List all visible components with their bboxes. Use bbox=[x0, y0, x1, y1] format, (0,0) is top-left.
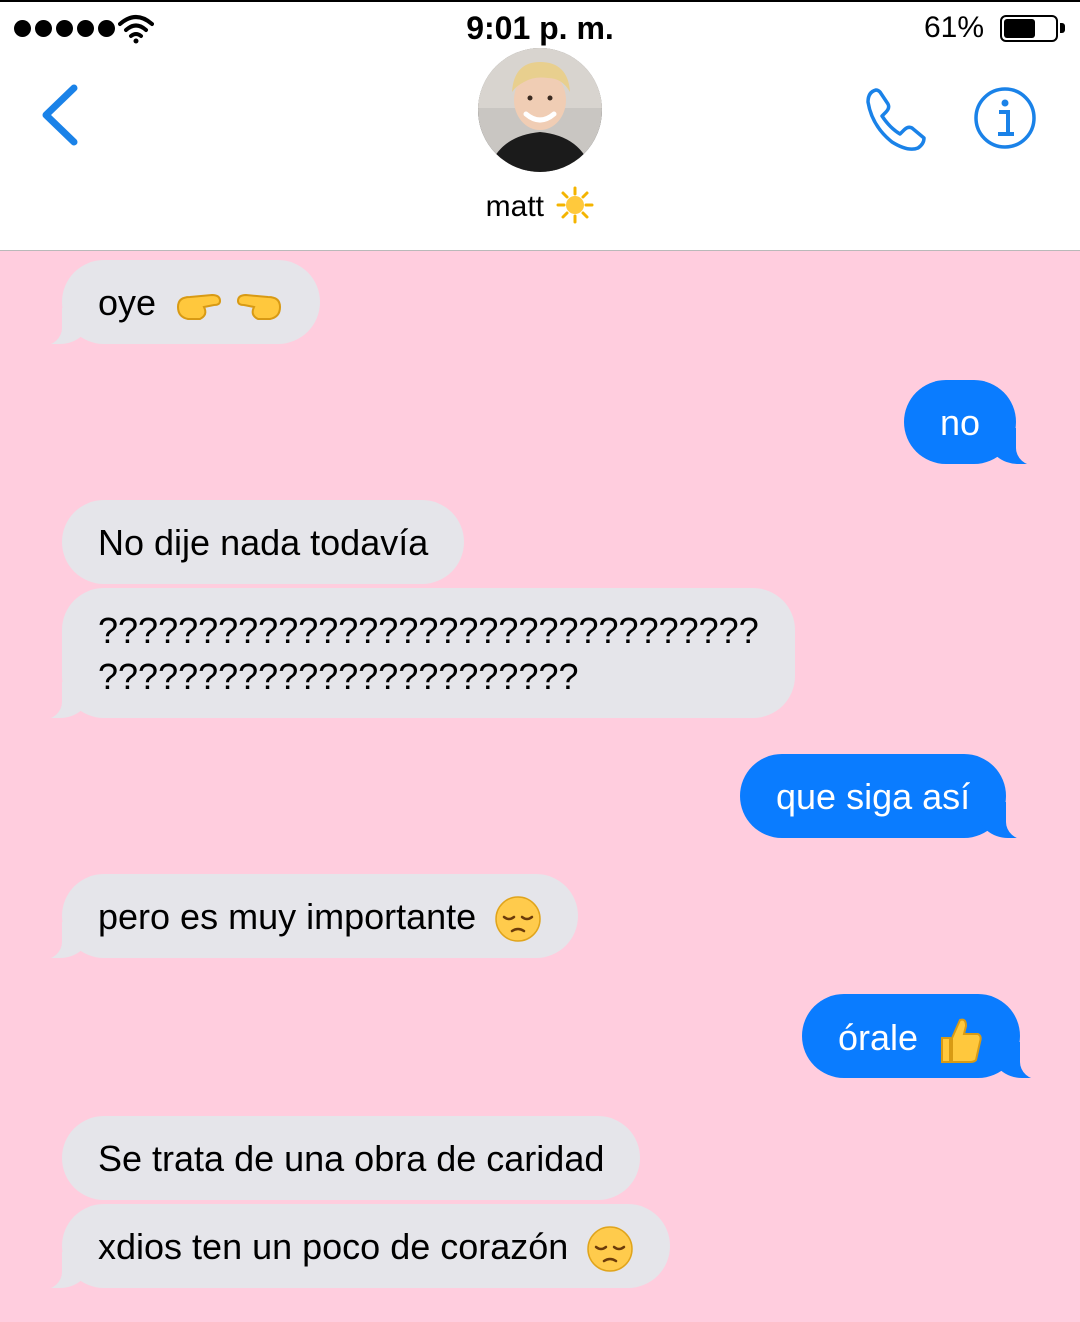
status-bar: 9:01 p. m. 61% bbox=[0, 0, 1080, 52]
pointing-hands-emoji-icon bbox=[177, 294, 282, 321]
contact-avatar[interactable] bbox=[478, 48, 602, 172]
message-bubble-incoming[interactable]: oye bbox=[35, 260, 321, 346]
message-bubble-incoming[interactable]: pero es muy importante bbox=[35, 874, 579, 960]
contact-name[interactable]: matt bbox=[0, 186, 1080, 224]
pensive-face-emoji-icon bbox=[495, 896, 541, 943]
battery-terminal bbox=[1060, 23, 1065, 33]
thumbs-up-emoji-icon bbox=[941, 1018, 982, 1063]
message-bubble-incoming[interactable]: Se trata de una obra de caridad bbox=[62, 1116, 641, 1200]
pensive-face-emoji-icon bbox=[587, 1226, 634, 1273]
info-icon[interactable] bbox=[973, 86, 1037, 150]
avatar-photo-icon bbox=[478, 48, 602, 172]
message-bubble-incoming[interactable]: xdios ten un poco de corazón bbox=[35, 1204, 671, 1290]
message-bubble-incoming[interactable]: ????????????????????????????????? ??????… bbox=[36, 588, 795, 720]
battery-level-fill bbox=[1004, 19, 1035, 38]
battery-percentage: 61% bbox=[923, 11, 984, 44]
message-bubble-incoming[interactable]: No dije nada todavía bbox=[62, 500, 465, 584]
conversation-header: matt bbox=[0, 48, 1080, 251]
battery-icon bbox=[1000, 15, 1058, 42]
status-time: 9:01 p. m. bbox=[466, 10, 614, 46]
back-chevron-icon[interactable] bbox=[36, 82, 84, 148]
sun-emoji-icon bbox=[556, 186, 594, 224]
message-bubble-outgoing[interactable]: órale bbox=[802, 994, 1047, 1080]
message-list[interactable]: oye no No dije nada todavía ????????????… bbox=[0, 252, 1080, 1322]
message-bubble-outgoing[interactable]: que siga así bbox=[740, 754, 1033, 840]
message-bubble-outgoing[interactable]: no bbox=[904, 380, 1043, 466]
phone-call-icon[interactable] bbox=[862, 86, 930, 154]
